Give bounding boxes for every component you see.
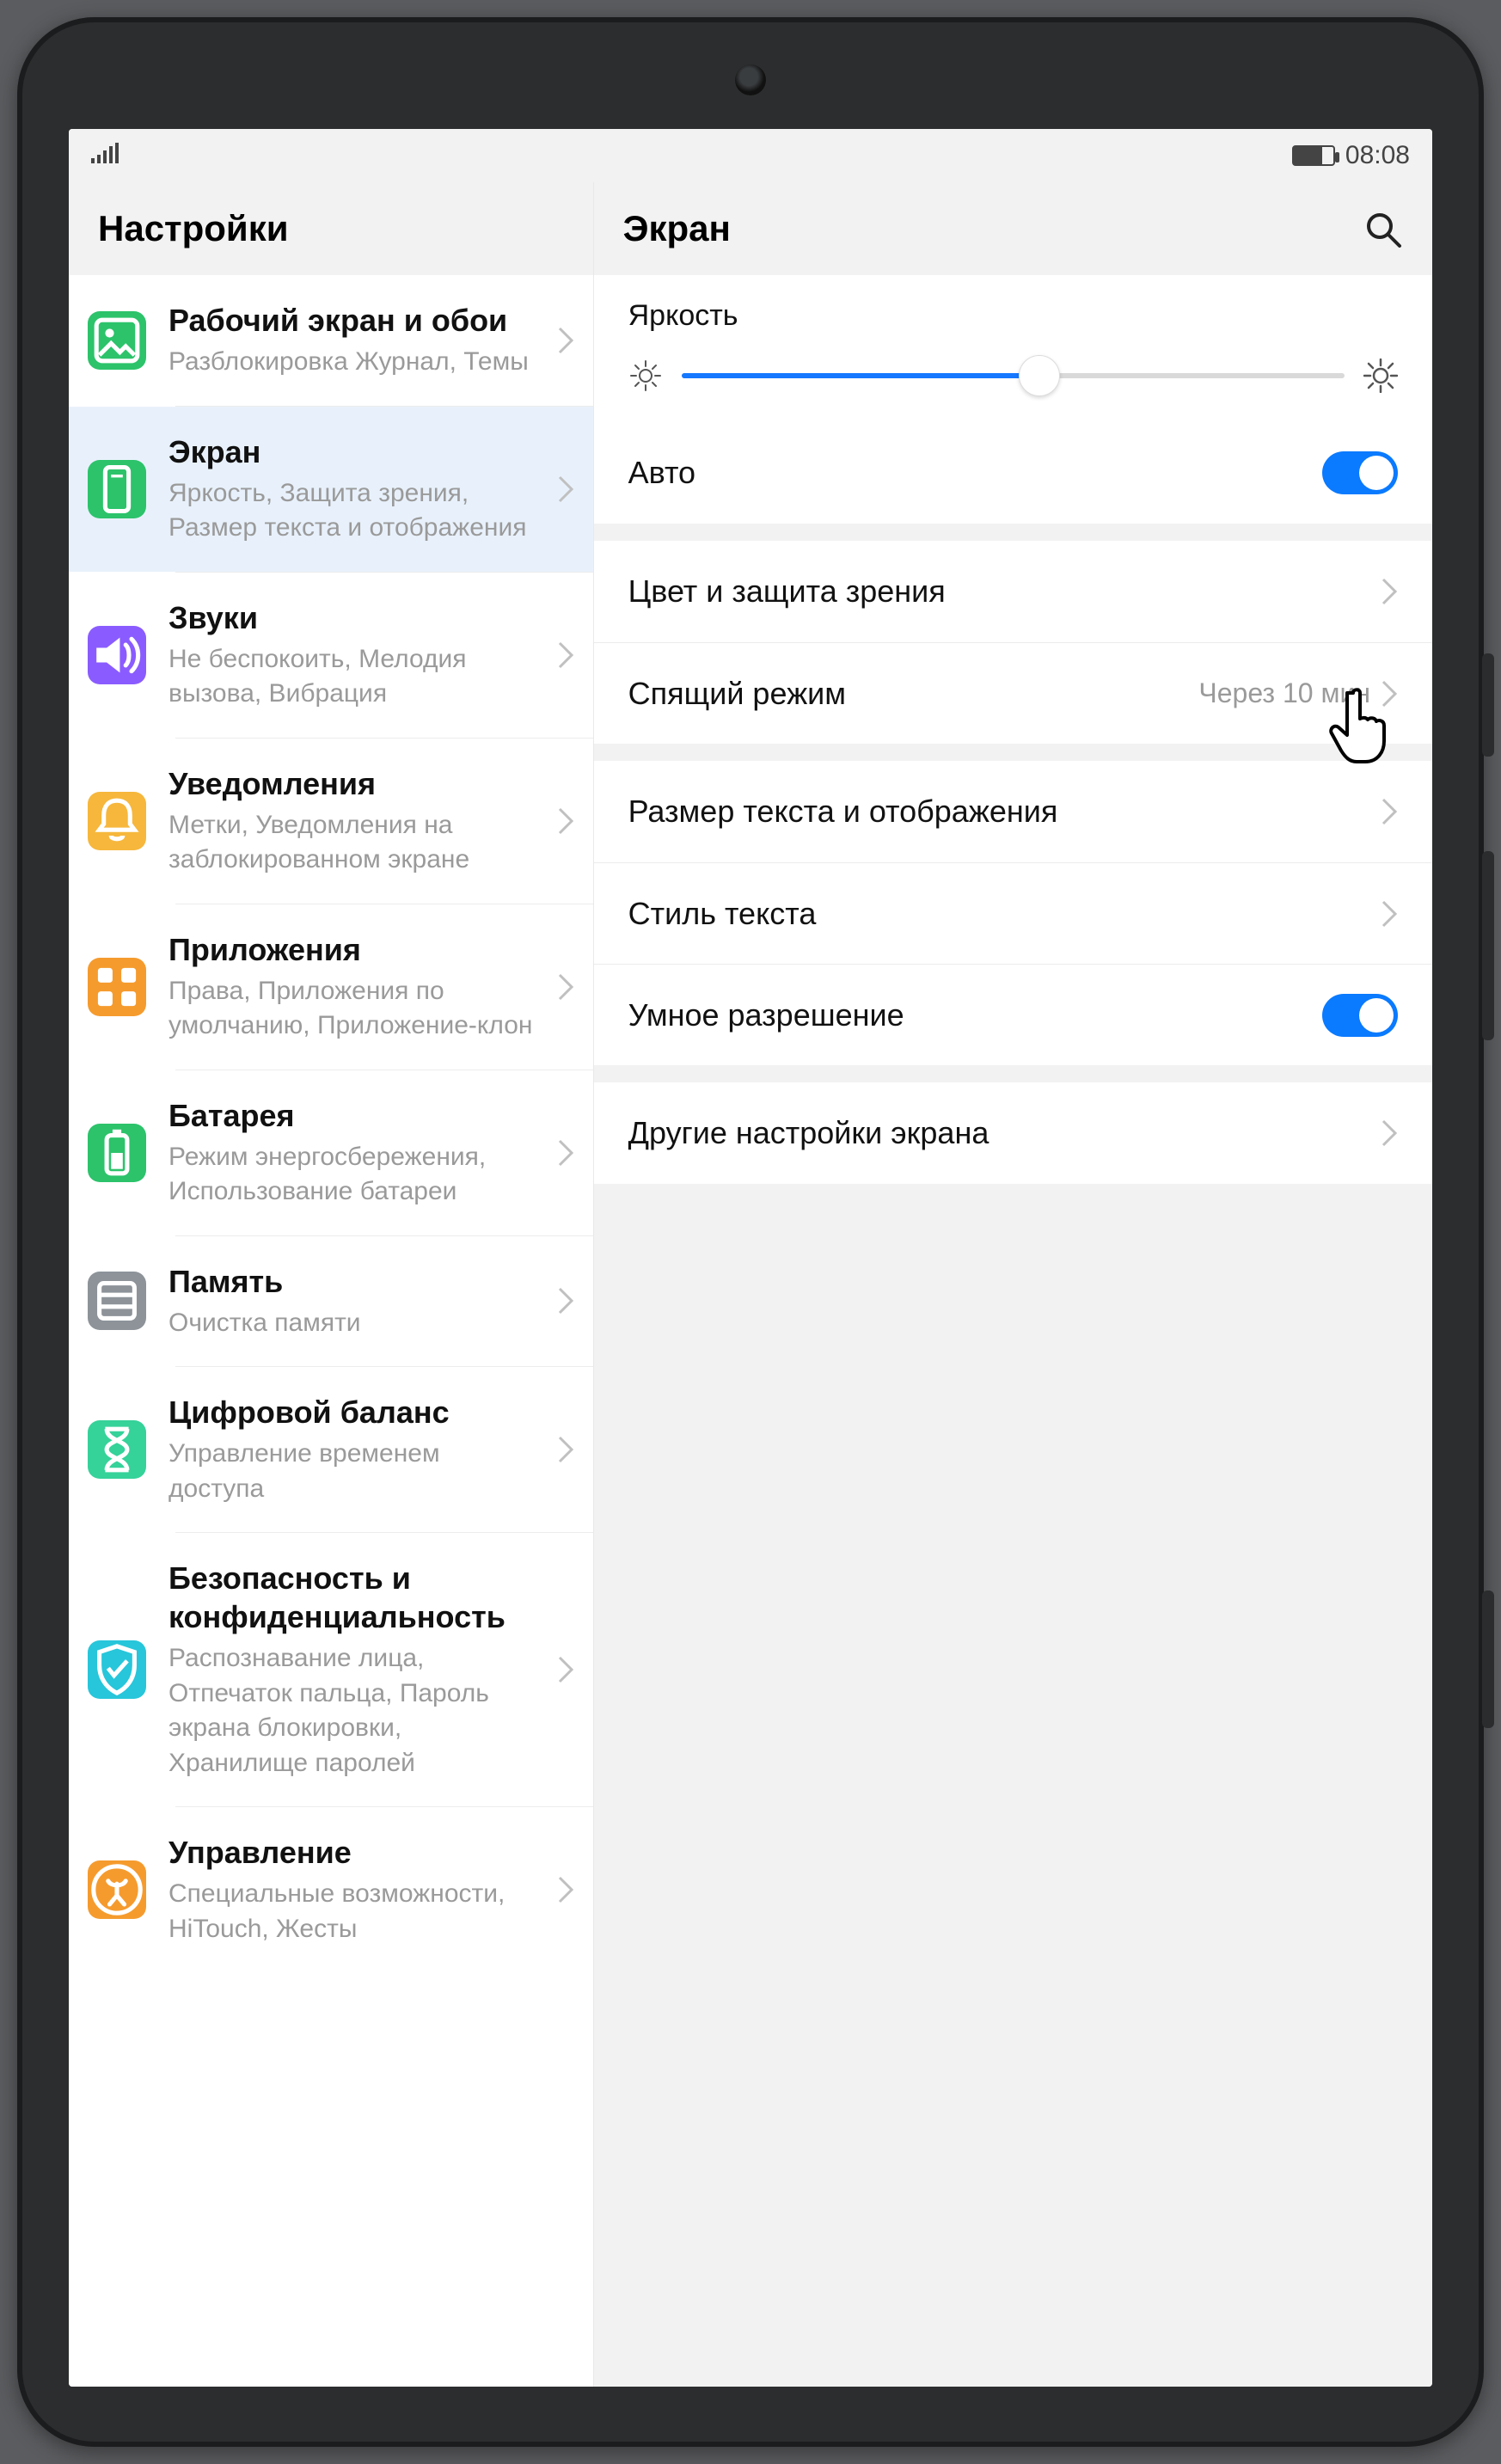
chevron-right-icon (1381, 1119, 1398, 1148)
auto-brightness-toggle[interactable] (1322, 451, 1398, 494)
chevron-right-icon (557, 475, 574, 504)
front-camera (735, 64, 766, 95)
sidebar-item-title: Экран (168, 432, 535, 471)
chevron-right-icon (557, 806, 574, 836)
sidebar-item-title: Уведомления (168, 764, 535, 803)
row-smart-resolution[interactable]: Умное разрешение (594, 964, 1432, 1065)
row-label: Размер текста и отображения (628, 794, 1058, 830)
clock: 08:08 (1345, 141, 1410, 170)
sidebar-item-bell[interactable]: Уведомления Метки, Уведомления на заблоки… (69, 739, 593, 904)
sidebar-item-subtitle: Метки, Уведомления на заблокированном эк… (168, 808, 535, 878)
shield-icon (88, 1640, 146, 1699)
row-other-display-settings[interactable]: Другие настройки экрана (594, 1082, 1432, 1184)
sidebar-item-title: Безопасность и конфиденциаль­ность (168, 1559, 535, 1636)
slider-thumb[interactable] (1019, 355, 1060, 396)
auto-brightness-row[interactable]: Авто (594, 422, 1432, 524)
sidebar-item-apps[interactable]: Приложения Права, Приложения по умолчанию… (69, 904, 593, 1070)
storage-icon (88, 1272, 146, 1330)
brightness-slider[interactable] (682, 359, 1345, 393)
sidebar-item-subtitle: Очистка памяти (168, 1306, 535, 1341)
sidebar-item-sound[interactable]: Звуки Не беспокоить, Мелодия вызова, Вибр… (69, 573, 593, 738)
row-label: Спящий режим (628, 676, 846, 712)
sidebar-item-title: Рабочий экран и обои (168, 301, 535, 340)
sidebar-item-battery[interactable]: Батарея Режим энергосбере­жения, Использо… (69, 1070, 593, 1235)
sidebar-item-title: Батарея (168, 1096, 535, 1135)
sidebar-item-storage[interactable]: Память Очистка памяти (69, 1236, 593, 1367)
brightness-low-icon (628, 359, 663, 393)
chevron-right-icon (557, 1286, 574, 1315)
brightness-label: Яркость (594, 275, 1432, 348)
row-font-style[interactable]: Стиль текста (594, 862, 1432, 964)
chevron-right-icon (1381, 797, 1398, 826)
row-label: Умное разрешение (628, 997, 904, 1033)
sidebar-item-title: Управление (168, 1833, 535, 1872)
search-button[interactable] (1362, 208, 1403, 249)
sidebar-list: Рабочий экран и обои Разблокировка Журнал… (69, 275, 593, 2387)
display-icon (88, 460, 146, 518)
chevron-right-icon (557, 1875, 574, 1904)
sidebar-title: Настройки (69, 182, 593, 275)
volume-buttons[interactable] (1482, 851, 1494, 1040)
sidebar-item-subtitle: Распознавание лица, Отпечаток пальца, Па… (168, 1641, 535, 1781)
battery-icon (1292, 145, 1335, 166)
row-label: Цвет и защита зрения (628, 573, 946, 610)
sidebar-item-title: Память (168, 1262, 535, 1301)
chevron-right-icon (557, 1138, 574, 1168)
tablet-frame: 08:08 Настройки Рабочий экран и обои Разб… (17, 17, 1484, 2447)
chevron-right-icon (557, 1435, 574, 1464)
screen: 08:08 Настройки Рабочий экран и обои Разб… (69, 129, 1432, 2387)
sidebar-item-subtitle: Права, Приложения по умолчанию, Приложен… (168, 974, 535, 1044)
chevron-right-icon (1381, 577, 1398, 606)
row-label: Другие настройки экрана (628, 1115, 989, 1151)
sidebar-item-subtitle: Специальные возможности, HiTouch, Жесты (168, 1877, 535, 1946)
apps-icon (88, 958, 146, 1016)
settings-sidebar: Настройки Рабочий экран и обои Разблокиро… (69, 182, 594, 2387)
accessibility-icon (88, 1860, 146, 1919)
brightness-section: Яркость Авто (594, 275, 1432, 524)
auto-brightness-label: Авто (628, 455, 695, 491)
sidebar-item-title: Цифровой баланс (168, 1393, 535, 1431)
sidebar-item-display[interactable]: Экран Яркость, Защита зрения, Размер текс… (69, 407, 593, 572)
sidebar-item-accessibility[interactable]: Управление Специальные возможности, HiTou… (69, 1807, 593, 1972)
status-bar: 08:08 (69, 129, 1432, 182)
chevron-right-icon (557, 1655, 574, 1684)
chevron-right-icon (557, 326, 574, 355)
sidebar-item-subtitle: Управление временем доступа (168, 1437, 535, 1506)
bell-icon (88, 792, 146, 850)
row-text-display-size[interactable]: Размер текста и отображения (594, 761, 1432, 862)
battery-icon (88, 1124, 146, 1182)
row-label: Стиль текста (628, 896, 817, 932)
row-color-eye-comfort[interactable]: Цвет и защита зрения (594, 541, 1432, 642)
sidebar-item-subtitle: Разблокировка Журнал, Темы (168, 345, 535, 380)
sound-icon (88, 626, 146, 684)
power-button[interactable] (1482, 653, 1494, 757)
row-sleep[interactable]: Спящий режим Через 10 мин (594, 642, 1432, 744)
sidebar-item-hourglass[interactable]: Цифровой баланс Управление временем досту… (69, 1367, 593, 1532)
page-title: Экран (623, 208, 731, 249)
smart-resolution-toggle[interactable] (1322, 994, 1398, 1037)
sidebar-item-title: Приложения (168, 930, 535, 969)
main-pane: Экран Яркость (594, 182, 1432, 2387)
sidebar-item-subtitle: Режим энергосбере­жения, Использование б… (168, 1140, 535, 1210)
hourglass-icon (88, 1420, 146, 1479)
sidebar-item-wallpaper[interactable]: Рабочий экран и обои Разблокировка Журнал… (69, 275, 593, 406)
signal-icon (91, 141, 120, 170)
side-button[interactable] (1482, 1591, 1494, 1728)
sidebar-item-shield[interactable]: Безопасность и конфиденциаль­ностьРаспоз… (69, 1533, 593, 1806)
chevron-right-icon (557, 972, 574, 1002)
brightness-high-icon (1363, 359, 1398, 393)
wallpaper-icon (88, 311, 146, 370)
chevron-right-icon (1381, 899, 1398, 929)
sidebar-item-title: Звуки (168, 598, 535, 637)
chevron-right-icon (557, 641, 574, 670)
sidebar-item-subtitle: Яркость, Защита зрения, Размер текста и … (168, 476, 535, 546)
sidebar-item-subtitle: Не беспокоить, Мелодия вызова, Вибрация (168, 642, 535, 712)
chevron-right-icon (1381, 679, 1398, 708)
row-value: Через 10 мин (1198, 677, 1381, 709)
